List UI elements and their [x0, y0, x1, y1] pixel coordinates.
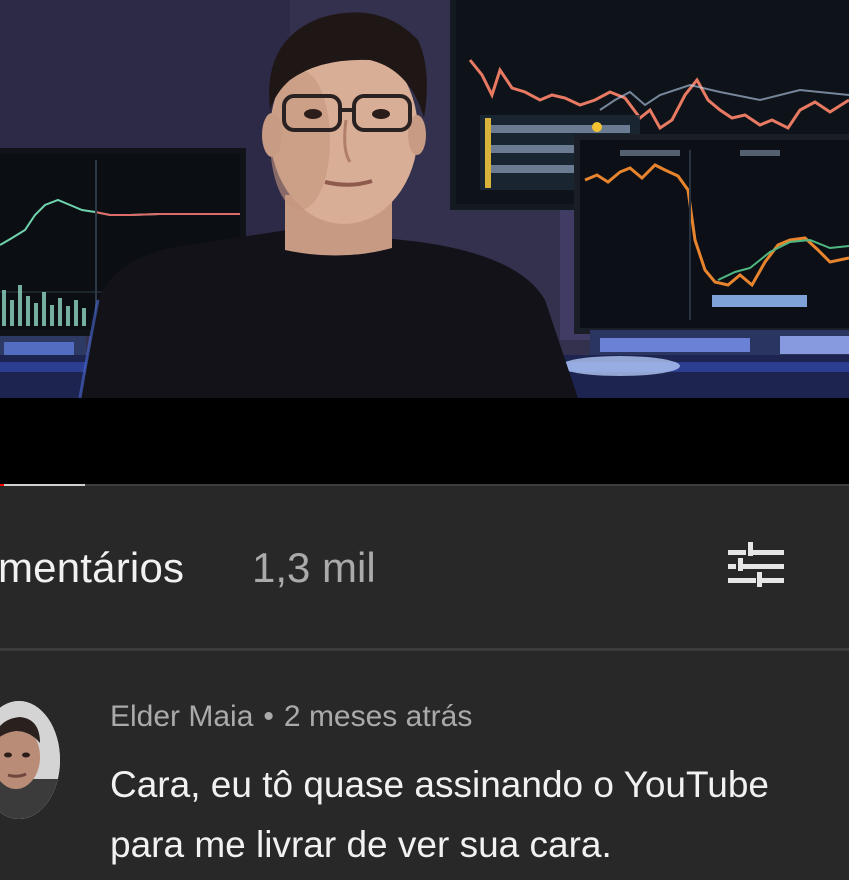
video-frame[interactable]: [0, 0, 849, 398]
sort-comments-button[interactable]: [716, 532, 794, 602]
comments-title: mentários: [0, 544, 185, 591]
video-player[interactable]: [0, 0, 849, 486]
app-screen: mentários 1,3 mil Elder Maia • 2 meses a…: [0, 0, 849, 880]
video-thumbnail-image: [0, 0, 849, 398]
meta-separator: •: [263, 700, 274, 733]
comments-count: 1,3 mil: [252, 544, 376, 591]
comment-author-name[interactable]: Elder Maia: [110, 700, 253, 733]
sort-filter-icon: [728, 542, 784, 587]
comment-text-line: Cara, eu tô quase assinando o YouTube: [110, 764, 769, 805]
video-buffer-bar: [0, 484, 85, 486]
comment-timestamp: 2 meses atrás: [283, 700, 473, 733]
comment-text: Cara, eu tô quase assinando o YouTube pa…: [110, 755, 849, 875]
comment-meta: Elder Maia • 2 meses atrás: [110, 700, 472, 734]
video-played-bar: [0, 484, 4, 486]
comment-text-line: para me livrar de ver sua cara.: [110, 824, 612, 865]
video-progress-bar[interactable]: [0, 484, 849, 486]
